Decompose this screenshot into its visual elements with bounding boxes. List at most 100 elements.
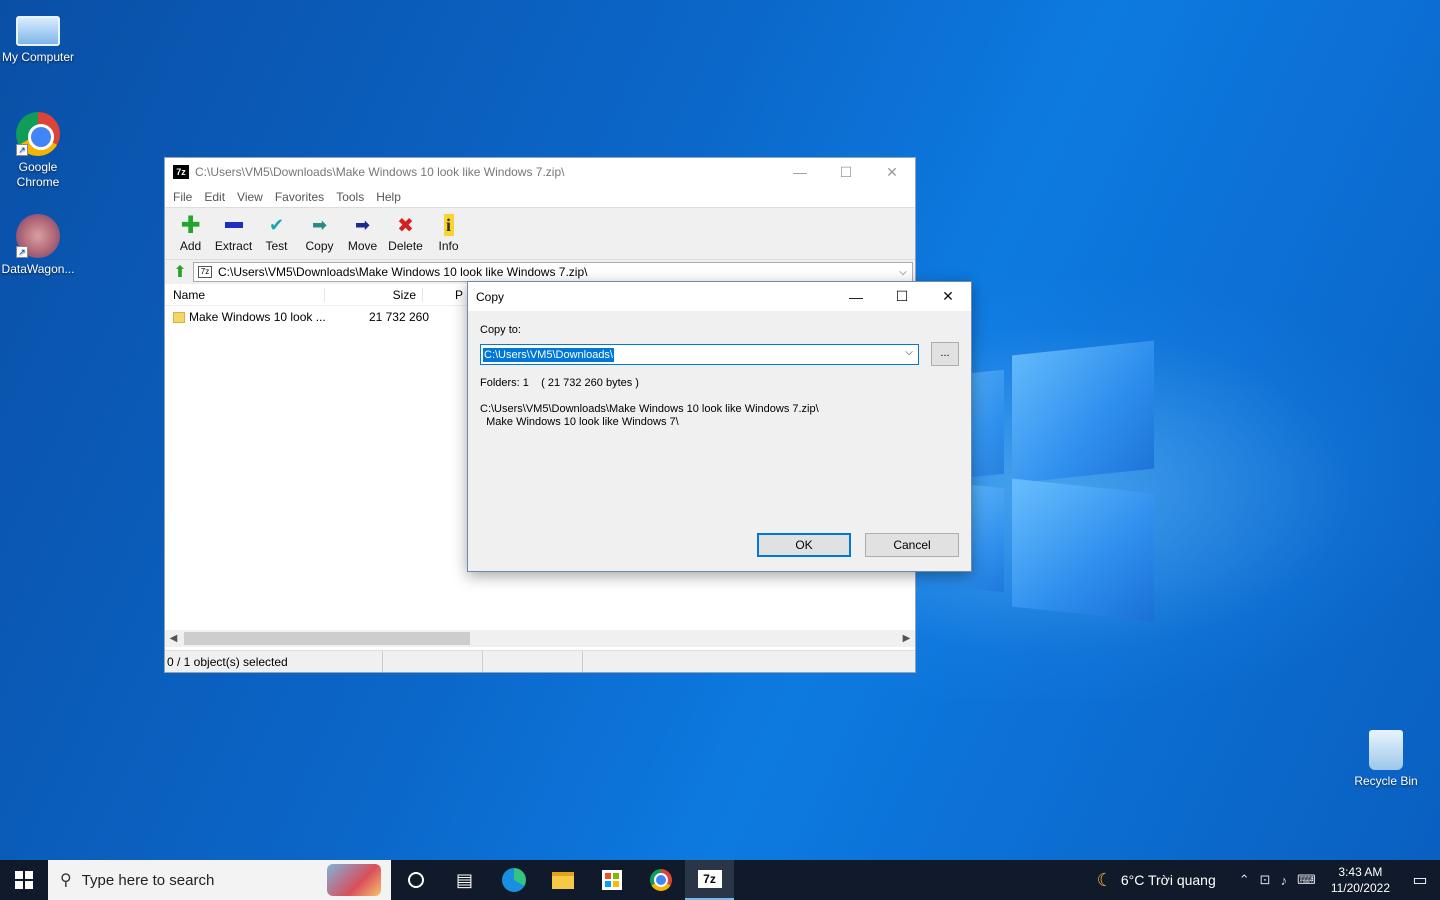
test-icon: ✔ xyxy=(268,214,285,235)
horizontal-scrollbar[interactable]: ◀ ▶ xyxy=(165,630,915,647)
system-tray: ☾ 6°C Trời quang ⌃ ⊡ ♪ ⌨ 3:43 AM 11/20/2… xyxy=(1097,860,1440,900)
keyboard-icon[interactable]: ⌨ xyxy=(1292,872,1321,888)
chevron-down-icon[interactable]: ⌵ xyxy=(894,267,912,278)
copy-to-combobox[interactable]: C:\Users\VM5\Downloads\ ⌵ xyxy=(480,344,919,365)
windows-logo-pane xyxy=(1012,340,1154,484)
dialog-titlebar[interactable]: Copy — ☐ ✕ xyxy=(468,282,971,311)
search-box[interactable]: ⚲ Type here to search xyxy=(48,860,391,900)
desktop-icon-datawagon[interactable]: ↗ DataWagon... xyxy=(0,214,76,277)
minimize-button[interactable]: — xyxy=(833,283,879,311)
clock[interactable]: 3:43 AM 11/20/2022 xyxy=(1321,864,1400,896)
add-icon: ✚ xyxy=(180,211,201,239)
taskbar-edge[interactable] xyxy=(489,860,538,900)
task-view-icon: ▤ xyxy=(455,869,473,890)
close-button[interactable]: ✕ xyxy=(869,158,915,186)
taskbar-7zip[interactable]: 7z xyxy=(685,860,734,900)
desktop-icon-my-computer[interactable]: My Computer xyxy=(0,8,76,65)
menu-favorites[interactable]: Favorites xyxy=(269,190,330,204)
computer-icon xyxy=(16,16,60,46)
extract-button[interactable]: Extract xyxy=(212,214,255,253)
cortana-button[interactable] xyxy=(391,860,440,900)
close-button[interactable]: ✕ xyxy=(925,283,971,311)
menu-help[interactable]: Help xyxy=(370,190,407,204)
moon-icon: ☾ xyxy=(1096,869,1113,890)
move-icon: ➡ xyxy=(354,214,371,235)
toolbar: ✚ Add Extract ✔ Test ➡ Copy ➡ Move ✖ Del… xyxy=(165,208,915,260)
toolbar-label: Extract xyxy=(214,239,253,253)
window-title: C:\Users\VM5\Downloads\Make Windows 10 l… xyxy=(195,165,565,179)
recycle-bin-icon xyxy=(1369,730,1403,770)
toolbar-label: Test xyxy=(265,239,288,253)
address-field[interactable]: 7z C:\Users\VM5\Downloads\Make Windows 1… xyxy=(193,262,913,282)
file-explorer-icon xyxy=(551,871,574,889)
copy-button[interactable]: ➡ Copy xyxy=(298,214,341,254)
delete-button[interactable]: ✖ Delete xyxy=(384,214,427,254)
windows-icon xyxy=(15,871,33,889)
taskbar-file-explorer[interactable] xyxy=(538,860,587,900)
chrome-icon: ↗ xyxy=(16,112,60,156)
maximize-button[interactable]: ☐ xyxy=(879,283,925,311)
window-titlebar[interactable]: 7z C:\Users\VM5\Downloads\Make Windows 1… xyxy=(165,158,915,186)
maximize-button[interactable]: ☐ xyxy=(823,158,869,186)
copy-icon: ➡ xyxy=(311,214,328,235)
scroll-right-icon[interactable]: ▶ xyxy=(898,633,915,644)
scroll-thumb[interactable] xyxy=(184,632,470,645)
info-icon: i xyxy=(443,214,454,236)
browse-button[interactable]: ... xyxy=(931,342,959,366)
desktop-icon-google-chrome[interactable]: ↗ Google Chrome xyxy=(0,112,76,190)
taskbar-store[interactable] xyxy=(587,860,636,900)
scroll-track[interactable] xyxy=(182,632,898,645)
copy-to-label: Copy to: xyxy=(480,324,521,336)
desktop-icon-label: Recycle Bin xyxy=(1354,774,1418,788)
menu-file[interactable]: File xyxy=(167,190,198,204)
add-button[interactable]: ✚ Add xyxy=(169,211,212,254)
windows-logo-pane xyxy=(1012,478,1154,622)
taskbar-chrome[interactable] xyxy=(636,860,685,900)
network-icon[interactable]: ⊡ xyxy=(1255,872,1276,888)
menu-edit[interactable]: Edit xyxy=(198,190,231,204)
scroll-left-icon[interactable]: ◀ xyxy=(165,633,182,644)
clock-time: 3:43 AM xyxy=(1338,865,1383,879)
menu-view[interactable]: View xyxy=(231,190,269,204)
desktop-icon-label: DataWagon... xyxy=(1,262,75,276)
notification-icon[interactable]: ▭ xyxy=(1400,870,1440,890)
desktop-icon-label: Google Chrome xyxy=(16,160,60,189)
chevron-down-icon[interactable]: ⌵ xyxy=(902,347,916,358)
folder-up-icon[interactable]: ⬆ xyxy=(167,262,193,282)
search-placeholder: Type here to search xyxy=(81,871,215,889)
search-icon: ⚲ xyxy=(60,872,72,889)
extract-icon xyxy=(212,214,255,236)
status-selection: 0 / 1 object(s) selected xyxy=(165,651,383,672)
column-name[interactable]: Name xyxy=(165,287,325,302)
desktop-icon-label: My Computer xyxy=(1,50,75,64)
toolbar-label: Delete xyxy=(388,239,423,253)
datawagon-icon: ↗ xyxy=(16,214,60,258)
chevron-up-icon[interactable]: ⌃ xyxy=(1234,872,1255,888)
store-icon xyxy=(601,870,622,890)
toolbar-label: Copy xyxy=(305,239,334,253)
column-size[interactable]: Size xyxy=(325,287,423,302)
info-button[interactable]: i Info xyxy=(427,214,470,253)
test-button[interactable]: ✔ Test xyxy=(255,214,298,254)
cancel-button[interactable]: Cancel xyxy=(865,533,959,557)
toolbar-label: Info xyxy=(438,239,459,253)
start-button[interactable] xyxy=(0,860,48,900)
item-size: 21 732 260 xyxy=(368,310,429,324)
weather-text: 6°C Trời quang xyxy=(1120,872,1216,888)
menu-tools[interactable]: Tools xyxy=(330,190,370,204)
weather-widget[interactable]: ☾ 6°C Trời quang xyxy=(1097,870,1234,891)
desktop-icon-recycle-bin[interactable]: Recycle Bin xyxy=(1348,730,1424,789)
toolbar-label: Add xyxy=(179,239,202,253)
address-text: C:\Users\VM5\Downloads\Make Windows 10 l… xyxy=(218,265,588,279)
task-view-button[interactable]: ▤ xyxy=(440,860,489,900)
move-button[interactable]: ➡ Move xyxy=(341,214,384,254)
volume-icon[interactable]: ♪ xyxy=(1276,873,1293,888)
status-segment xyxy=(483,651,583,672)
shortcut-arrow-icon: ↗ xyxy=(16,144,28,156)
item-name: Make Windows 10 look ... xyxy=(189,310,326,324)
minimize-button[interactable]: — xyxy=(777,158,823,186)
column-packed-size[interactable]: P xyxy=(423,288,463,302)
ok-button[interactable]: OK xyxy=(757,533,851,557)
search-highlight-icon[interactable] xyxy=(327,864,381,896)
archive-icon: 7z xyxy=(198,266,212,278)
